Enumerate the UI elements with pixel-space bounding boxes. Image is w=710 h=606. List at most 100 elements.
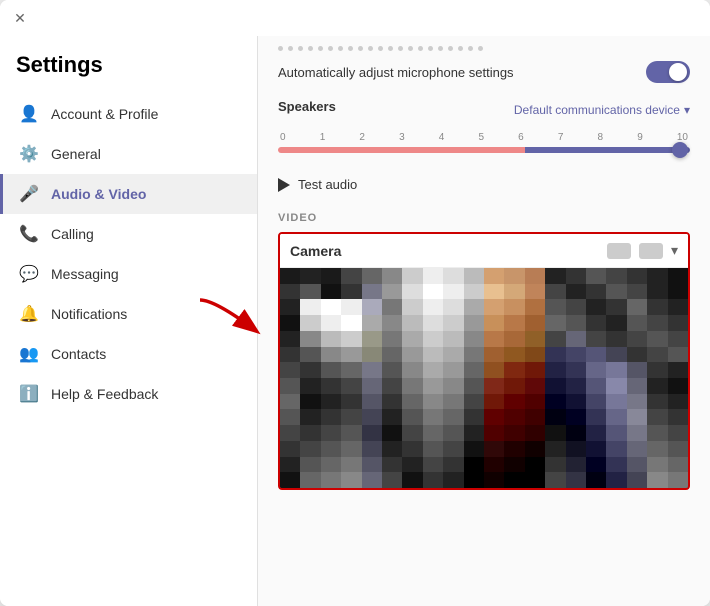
pixel-cell [504, 394, 524, 410]
pixel-cell [545, 425, 565, 441]
sidebar-item-account-profile[interactable]: 👤 Account & Profile [0, 94, 257, 134]
sidebar-item-label: Help & Feedback [51, 386, 158, 402]
sidebar-item-help-feedback[interactable]: ℹ️ Help & Feedback [0, 374, 257, 414]
device-selector[interactable]: Default communications device ▾ [514, 103, 690, 117]
camera-btn-1[interactable] [607, 243, 631, 259]
pixel-cell [443, 378, 463, 394]
pixel-cell [545, 409, 565, 425]
contacts-icon: 👥 [19, 344, 39, 364]
pixel-cell [668, 268, 688, 284]
help-feedback-icon: ℹ️ [19, 384, 39, 404]
camera-btn-2[interactable] [639, 243, 663, 259]
main-content: Automatically adjust microphone settings… [258, 36, 710, 606]
sidebar-item-notifications[interactable]: 🔔 Notifications [0, 294, 257, 334]
pixel-cell [668, 425, 688, 441]
dot [418, 46, 423, 51]
sidebar-item-messaging[interactable]: 💬 Messaging [0, 254, 257, 294]
pixel-cell [321, 347, 341, 363]
pixel-cell [627, 394, 647, 410]
pixel-cell [668, 409, 688, 425]
pixel-cell [362, 472, 382, 488]
sidebar-item-general[interactable]: ⚙️ General [0, 134, 257, 174]
pixel-cell [464, 457, 484, 473]
pixel-cell [423, 284, 443, 300]
pixel-cell [484, 268, 504, 284]
volume-slider-thumb [672, 142, 688, 158]
pixel-cell [484, 394, 504, 410]
pixel-cell [566, 331, 586, 347]
pixel-cell [402, 472, 422, 488]
sidebar-item-calling[interactable]: 📞 Calling [0, 214, 257, 254]
pixel-cell [321, 425, 341, 441]
pixel-cell [402, 315, 422, 331]
pixel-cell [586, 347, 606, 363]
pixel-cell [300, 284, 320, 300]
pixel-cell [443, 441, 463, 457]
pixel-cell [321, 472, 341, 488]
pixel-cell [545, 268, 565, 284]
dot [358, 46, 363, 51]
pixel-cell [280, 425, 300, 441]
sidebar-item-audio-video[interactable]: 🎤 Audio & Video [0, 174, 257, 214]
pixel-cell [606, 315, 626, 331]
pixel-cell [341, 394, 361, 410]
pixel-cell [423, 472, 443, 488]
pixel-cell [627, 378, 647, 394]
pixel-cell [647, 284, 667, 300]
pixel-cell [525, 441, 545, 457]
pixel-cell [321, 284, 341, 300]
audio-video-icon: 🎤 [19, 184, 39, 204]
sidebar-item-label: Audio & Video [51, 186, 146, 202]
pixel-cell [545, 284, 565, 300]
pixel-cell [464, 347, 484, 363]
dot [398, 46, 403, 51]
pixel-cell [647, 472, 667, 488]
pixel-cell [484, 378, 504, 394]
pixel-cell [423, 331, 443, 347]
camera-dropdown-icon[interactable]: ▾ [671, 242, 678, 259]
dot [428, 46, 433, 51]
pixel-cell [647, 331, 667, 347]
dot [448, 46, 453, 51]
pixel-cell [382, 378, 402, 394]
pixel-cell [668, 284, 688, 300]
pixel-cell [566, 315, 586, 331]
pixel-cell [566, 457, 586, 473]
pixel-cell [647, 425, 667, 441]
pixel-cell [545, 347, 565, 363]
pixel-cell [280, 457, 300, 473]
pixel-cell [668, 347, 688, 363]
pixel-cell [321, 409, 341, 425]
pixel-cell [566, 378, 586, 394]
pixel-cell [341, 299, 361, 315]
pixel-cell [341, 284, 361, 300]
pixel-cell [402, 299, 422, 315]
auto-adjust-toggle[interactable] [646, 61, 690, 83]
settings-content: Automatically adjust microphone settings… [258, 61, 710, 510]
pixel-cell [443, 394, 463, 410]
pixel-cell [464, 299, 484, 315]
pixel-cell [504, 299, 524, 315]
account-profile-icon: 👤 [19, 104, 39, 124]
pixel-cell [300, 394, 320, 410]
pixel-cell [525, 472, 545, 488]
dot [308, 46, 313, 51]
volume-slider-track[interactable] [278, 147, 690, 153]
pixel-cell [300, 315, 320, 331]
pixel-cell [402, 441, 422, 457]
pixel-cell [525, 362, 545, 378]
test-audio-button[interactable]: Test audio [278, 169, 690, 200]
sidebar-item-contacts[interactable]: 👥 Contacts [0, 334, 257, 374]
pixel-cell [504, 347, 524, 363]
camera-label: Camera [290, 243, 341, 259]
auto-adjust-label: Automatically adjust microphone settings [278, 65, 514, 80]
pixel-cell [566, 409, 586, 425]
camera-pixel-grid [280, 268, 688, 488]
pixel-cell [402, 347, 422, 363]
pixel-cell [402, 268, 422, 284]
sidebar-item-label: Notifications [51, 306, 127, 322]
content-area: Settings 👤 Account & Profile ⚙️ General … [0, 36, 710, 606]
pixel-cell [321, 394, 341, 410]
close-button[interactable]: ✕ [12, 10, 28, 26]
pixel-cell [464, 362, 484, 378]
